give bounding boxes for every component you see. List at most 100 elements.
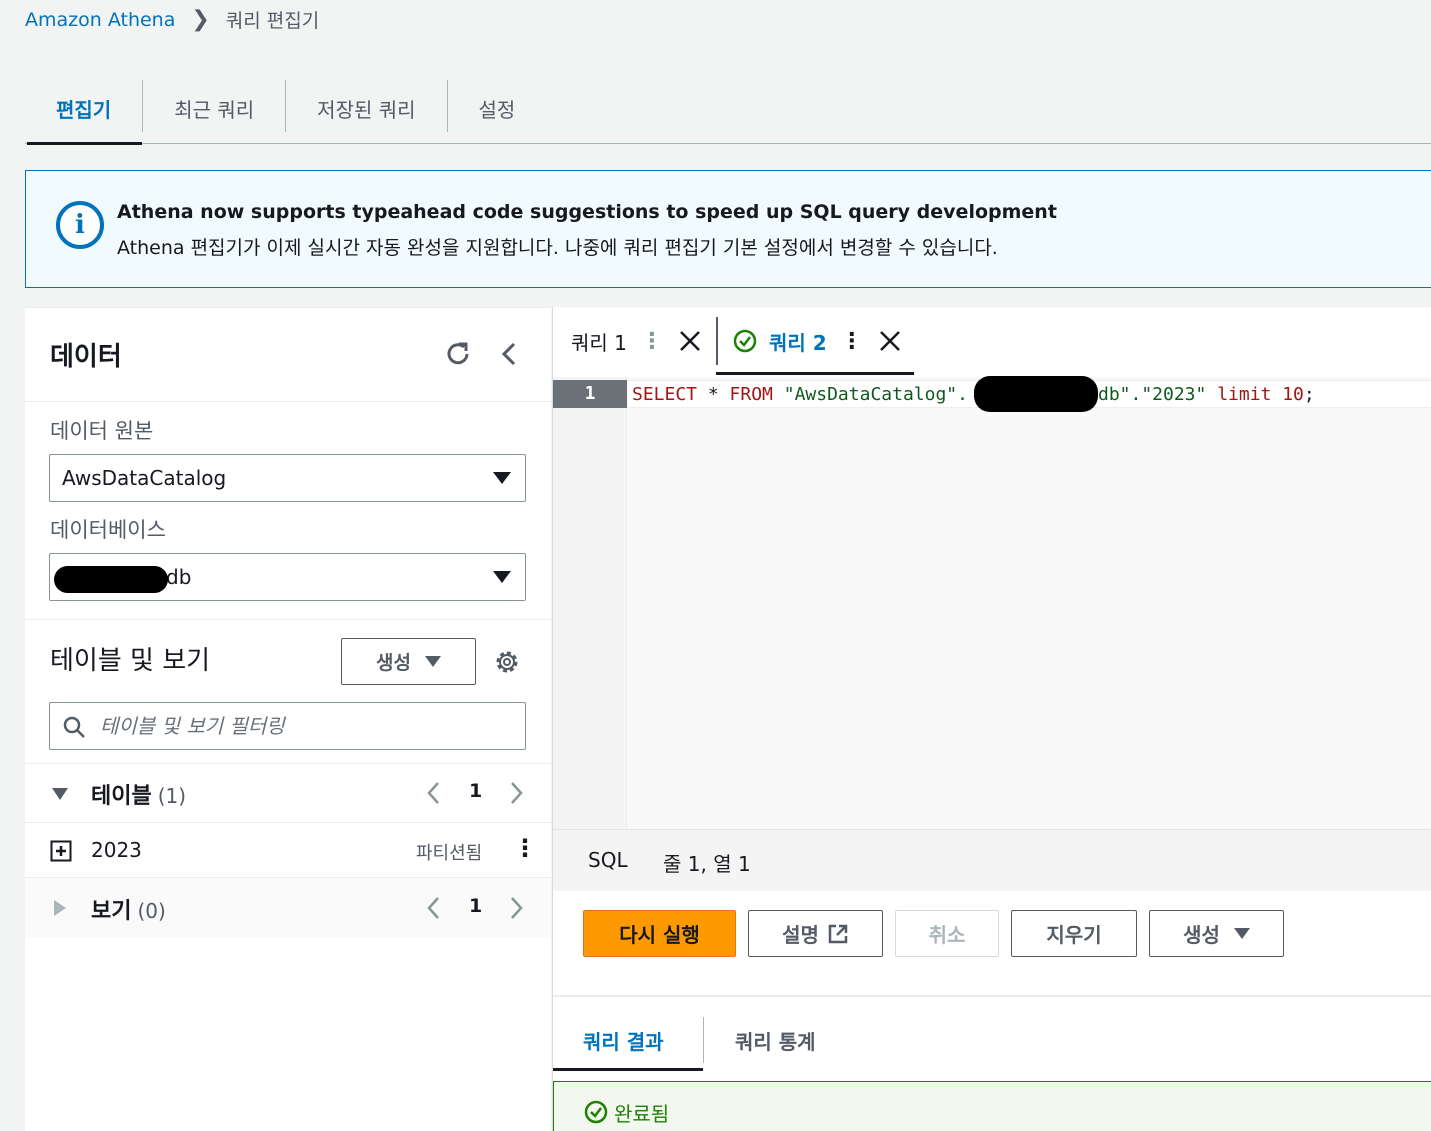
sql-keyword: SELECT (632, 384, 698, 405)
banner-title: Athena now supports typeahead code sugge… (117, 201, 1057, 223)
redacted-mark (54, 566, 168, 593)
line-number: 1 (553, 380, 627, 408)
query-status-box: 완료됨 (553, 1081, 1431, 1131)
tab-divider (703, 1017, 704, 1063)
clear-button[interactable]: 지우기 (1011, 910, 1137, 957)
database-value: db (166, 565, 192, 589)
create-dropdown-button[interactable]: 생성 (341, 638, 476, 685)
success-check-icon (733, 329, 757, 353)
line-gutter: 1 (553, 377, 627, 829)
table-row[interactable]: 2023 파티션됨 ⋮ (25, 824, 551, 878)
explain-button[interactable]: 설명 (748, 910, 883, 957)
gear-icon[interactable] (493, 648, 521, 676)
chevron-left-icon[interactable] (495, 339, 525, 369)
database-select[interactable]: db (49, 553, 526, 601)
redacted-mark (973, 376, 1098, 412)
create-label: 생성 (1183, 923, 1220, 947)
editor-status-bar: SQL 줄 1, 열 1 (553, 829, 1431, 891)
breadcrumb: Amazon Athena ❯ 쿼리 편집기 (25, 6, 319, 33)
sql-token: * (697, 384, 730, 405)
active-tab-underline (716, 372, 914, 375)
tab-settings[interactable]: 설정 (448, 72, 547, 144)
chevron-right-icon[interactable] (503, 780, 529, 806)
table-name: 2023 (91, 838, 142, 862)
query-status-text: 완료됨 (614, 1102, 670, 1126)
views-label: 보기 (0) (91, 899, 166, 924)
sql-token: ; (1303, 384, 1315, 405)
tables-section-header[interactable]: 테이블 (1) 1 (25, 764, 551, 823)
refresh-icon[interactable] (443, 339, 473, 369)
caret-down-icon (424, 656, 441, 667)
active-tab-underline (553, 1068, 703, 1071)
create-dropdown-button[interactable]: 생성 (1149, 910, 1284, 957)
rerun-button[interactable]: 다시 실행 (583, 910, 736, 957)
code-line[interactable]: SELECT * FROM "AwsDataCatalog". db"."2023… (628, 376, 1431, 412)
tables-label: 테이블 (1) (91, 784, 187, 809)
sql-editor[interactable]: 1 SELECT * FROM "AwsDataCatalog". db"."20… (553, 376, 1431, 829)
sql-string: db"."2023" (1097, 384, 1207, 405)
query-editor-panel: 쿼리 1 ⋮ 쿼리 2 ⋮ 1 SELECT * FROM "AwsDataCa… (552, 307, 1431, 1131)
tab-divider (716, 317, 718, 365)
external-link-icon (828, 924, 848, 943)
chevron-right-icon[interactable] (503, 895, 529, 921)
chevron-left-icon[interactable] (421, 895, 447, 921)
table-filter-input[interactable] (100, 713, 500, 739)
tab-editor[interactable]: 편집기 (25, 72, 143, 145)
sql-keyword: limit (1206, 384, 1283, 405)
tab-saved-queries[interactable]: 저장된 쿼리 (286, 72, 446, 144)
breadcrumb-current: 쿼리 편집기 (225, 10, 320, 32)
data-panel: 데이터 데이터 원본 AwsDataCatalog 데이터베이스 db 테이블 … (25, 307, 551, 1131)
create-label: 생성 (376, 652, 411, 674)
tables-page-number[interactable]: 1 (469, 780, 482, 802)
language-label: SQL (588, 848, 628, 872)
section-divider (25, 619, 551, 620)
close-icon[interactable] (879, 330, 901, 352)
tab-recent-queries[interactable]: 최근 쿼리 (143, 72, 285, 144)
data-panel-title: 데이터 (50, 342, 122, 372)
data-source-value: AwsDataCatalog (62, 466, 227, 490)
expand-plus-icon[interactable] (50, 840, 72, 862)
explain-label: 설명 (782, 923, 819, 947)
tables-views-title: 테이블 및 보기 (50, 646, 211, 676)
results-tabs: 쿼리 결과 쿼리 통계 (553, 997, 1431, 1081)
info-icon: i (56, 201, 104, 249)
close-icon[interactable] (679, 330, 701, 352)
partitioned-badge: 파티션됨 (416, 843, 483, 864)
search-icon (63, 716, 85, 738)
caret-down-icon (493, 472, 511, 484)
query-tabs: 쿼리 1 ⋮ 쿼리 2 ⋮ (553, 307, 1431, 375)
chevron-left-icon[interactable] (421, 780, 447, 806)
query-tab-2[interactable]: 쿼리 2 ⋮ (733, 307, 901, 375)
views-page-number[interactable]: 1 (469, 895, 482, 917)
main-tabs: 편집기 최근 쿼리 저장된 쿼리 설정 (25, 72, 1431, 145)
caret-down-icon (493, 571, 511, 583)
caret-right-icon[interactable] (53, 899, 67, 917)
cursor-position: 줄 1, 열 1 (663, 852, 751, 876)
query-tab-2-label: 쿼리 2 (769, 330, 827, 355)
views-section-header[interactable]: 보기 (0) 1 (25, 879, 551, 937)
caret-down-icon (1233, 928, 1250, 939)
cancel-button[interactable]: 취소 (895, 910, 999, 957)
more-vertical-icon[interactable]: ⋮ (841, 329, 863, 354)
data-panel-header: 데이터 (25, 308, 551, 402)
more-vertical-icon[interactable]: ⋮ (513, 834, 537, 862)
sql-number: 10 (1282, 384, 1304, 405)
database-label: 데이터베이스 (50, 518, 166, 542)
more-vertical-icon[interactable]: ⋮ (641, 329, 663, 354)
breadcrumb-link-athena[interactable]: Amazon Athena (25, 9, 175, 31)
info-banner: i Athena now supports typeahead code sug… (25, 170, 1431, 288)
data-source-label: 데이터 원본 (50, 419, 154, 443)
tab-query-stats[interactable]: 쿼리 통계 (735, 1015, 816, 1065)
query-tab-1[interactable]: 쿼리 1 ⋮ (571, 307, 701, 375)
sql-keyword: FROM (729, 384, 773, 405)
tab-query-results[interactable]: 쿼리 결과 (583, 1015, 664, 1065)
caret-down-icon[interactable] (51, 786, 69, 802)
sql-string: "AwsDataCatalog". (772, 384, 968, 405)
table-filter-field[interactable] (49, 702, 526, 750)
redacted-mark-wrap (968, 376, 1098, 412)
banner-body: Athena 편집기가 이제 실시간 자동 완성을 지원합니다. 나중에 쿼리 … (117, 237, 998, 259)
success-check-icon (584, 1100, 608, 1124)
data-source-select[interactable]: AwsDataCatalog (49, 454, 526, 502)
chevron-right-icon: ❯ (191, 7, 210, 32)
query-tab-1-label: 쿼리 1 (571, 330, 627, 355)
